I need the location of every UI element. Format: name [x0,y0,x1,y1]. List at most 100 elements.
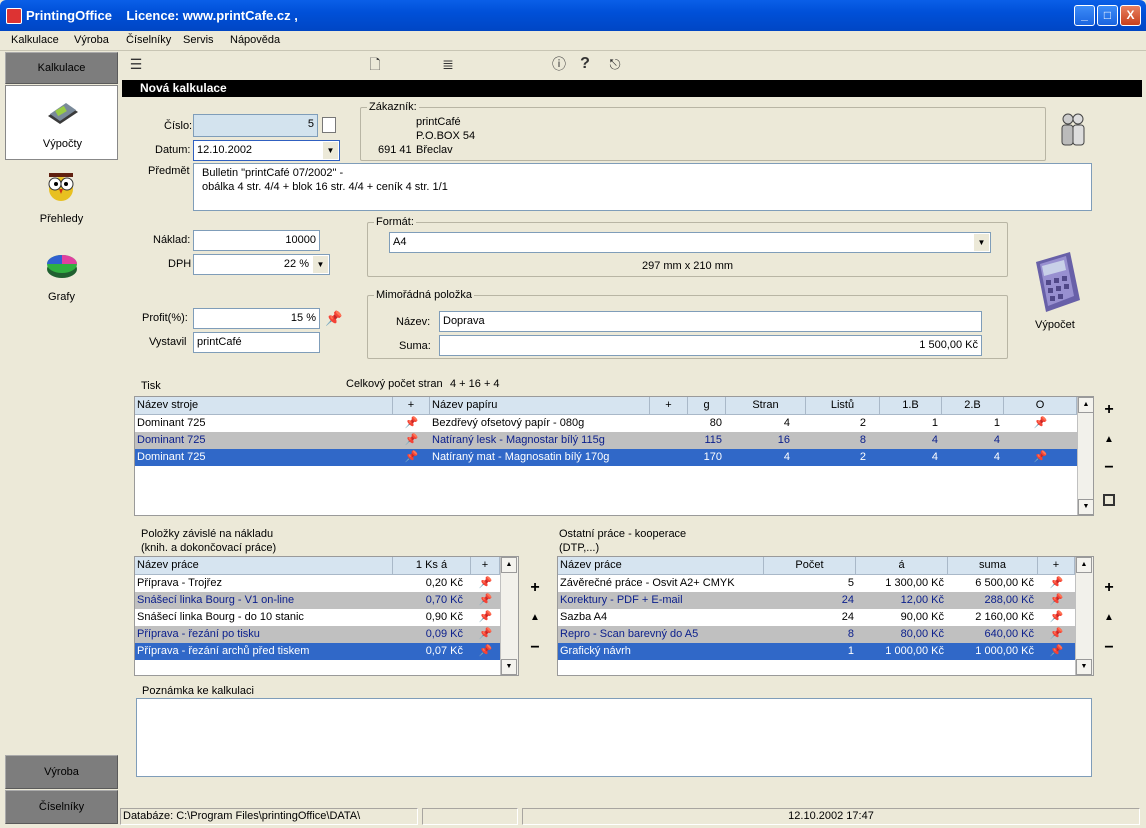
col-suma[interactable]: suma [948,557,1038,574]
format-select[interactable]: A4 ▼ [389,232,991,253]
table-row[interactable]: Snášecí linka Bourg - do 10 stanic 0,90 … [135,609,500,626]
vystavil-field[interactable]: printCafé [193,332,320,353]
menu-vyroba[interactable]: Výroba [74,34,109,46]
menu-servis[interactable]: Servis [183,34,214,46]
col-listu[interactable]: Listů [806,397,880,414]
col-g[interactable]: g [688,397,726,414]
col-plus[interactable]: + [1038,557,1075,574]
move-up-ostatni-button[interactable]: ▲ [1102,610,1116,626]
tisk-grid[interactable]: Název stroje + Název papíru + g Stran Li… [134,396,1094,516]
pin-icon[interactable]: 📌 [471,592,500,609]
profit-field[interactable]: 15 % [193,308,320,329]
dph-field[interactable]: 22 % ▼ [193,254,330,275]
pin-icon[interactable]: 📌 [393,449,430,466]
pin-icon[interactable]: 📌 [471,643,500,660]
sidebar-header-ciselniky[interactable]: Číselníky [5,790,118,824]
remove-polozka-button[interactable]: − [528,640,542,656]
app-icon[interactable] [6,8,22,24]
pin-icon[interactable]: 📌 [471,575,500,592]
extra-sum-field[interactable]: 1 500,00 Kč [439,335,982,356]
sidebar-item-vypocty[interactable]: Výpočty [5,85,118,160]
table-row[interactable]: Závěrečné práce - Osvit A2+ CMYK 5 1 300… [558,575,1075,592]
move-up-polozka-button[interactable]: ▲ [528,610,542,626]
col-o[interactable]: O [1004,397,1077,414]
close-button[interactable]: X [1120,5,1141,26]
col-plus[interactable]: + [650,397,688,414]
export-icon[interactable]: ≣ [440,56,456,72]
datum-field[interactable]: 12.10.2002 ▼ [193,140,340,161]
help-icon[interactable]: ? [577,56,593,72]
sidebar-item-grafy[interactable]: Grafy [5,241,118,316]
sidebar-item-prehledy[interactable]: Přehledy [5,163,118,238]
add-row-button[interactable]: + [1102,402,1116,418]
scroll-up-icon[interactable]: ▲ [501,557,517,573]
col-stran[interactable]: Stran [726,397,806,414]
col-plus[interactable]: + [393,397,430,414]
table-row[interactable]: Dominant 725 📌 Natíraný lesk - Magnostar… [135,432,1077,449]
pin-icon[interactable]: 📌 [325,310,342,327]
table-row[interactable]: Příprava - řezání po tisku 0,09 Kč 📌 [135,626,500,643]
pin-icon[interactable]: 📌 [1004,449,1077,466]
new-document-icon[interactable]: 🗋 [367,56,383,72]
menu-ciselniky[interactable]: Číselníky [126,34,171,46]
scroll-down-icon[interactable]: ▼ [501,659,517,675]
scrollbar[interactable]: ▲ ▼ [1077,397,1094,515]
pin-icon[interactable]: 📌 [1038,592,1075,609]
col-2b[interactable]: 2.B [942,397,1004,414]
exit-icon[interactable]: ⎋ [607,56,623,72]
pin-icon[interactable]: 📌 [393,415,430,432]
scroll-up-icon[interactable]: ▲ [1078,397,1094,413]
scroll-down-icon[interactable]: ▼ [1076,659,1092,675]
scroll-down-icon[interactable]: ▼ [1078,499,1094,515]
pin-icon[interactable]: 📌 [1038,643,1075,660]
poznamka-field[interactable] [136,698,1092,777]
pin-icon[interactable]: 📌 [471,626,500,643]
pin-icon[interactable]: 📌 [1004,415,1077,432]
table-row[interactable]: Grafický návrh 1 1 000,00 Kč 1 000,00 Kč… [558,643,1075,660]
scrollbar[interactable]: ▲ ▼ [1075,557,1093,675]
pin-icon[interactable]: 📌 [393,432,430,449]
select-all-icon[interactable] [1103,494,1115,506]
pin-icon[interactable]: 📌 [1038,609,1075,626]
table-row[interactable]: Příprava - řezání archů před tiskem 0,07… [135,643,500,660]
cislo-field[interactable]: 5 [193,114,318,137]
col-plus[interactable]: + [471,557,500,574]
sidebar-header-kalkulace[interactable]: Kalkulace [5,52,118,84]
vypocet-label[interactable]: Výpočet [1035,319,1075,331]
chevron-down-icon[interactable]: ▼ [974,234,989,251]
customers-icon[interactable] [1058,112,1088,148]
col-a[interactable]: á [856,557,948,574]
predmet-field[interactable]: Bulletin "printCafé 07/2002" - obálka 4 s… [193,163,1092,211]
chevron-down-icon[interactable]: ▼ [323,142,338,159]
pin-icon[interactable]: 📌 [1038,626,1075,643]
remove-row-button[interactable]: − [1102,460,1116,476]
database-icon[interactable]: ☰ [128,56,144,72]
move-up-button[interactable]: ▲ [1102,432,1116,448]
ostatni-grid[interactable]: Název práce Počet á suma + Závěrečné prá… [557,556,1094,676]
extra-name-field[interactable]: Doprava [439,311,982,332]
pin-icon[interactable]: 📌 [471,609,500,626]
table-row[interactable]: Sazba A4 24 90,00 Kč 2 160,00 Kč 📌 [558,609,1075,626]
maximize-button[interactable]: □ [1097,5,1118,26]
col-nazev-papiru[interactable]: Název papíru [430,397,650,414]
new-number-icon[interactable] [322,117,336,133]
table-row[interactable]: Snášecí linka Bourg - V1 on-line 0,70 Kč… [135,592,500,609]
menu-kalkulace[interactable]: Kalkulace [11,34,59,46]
calculator-icon[interactable] [1028,250,1084,316]
col-pocet[interactable]: Počet [764,557,856,574]
col-nazev-prace[interactable]: Název práce [558,557,764,574]
table-row[interactable]: Korektury - PDF + E-mail 24 12,00 Kč 288… [558,592,1075,609]
col-1ks[interactable]: 1 Ks á [393,557,471,574]
naklad-field[interactable]: 10000 [193,230,320,251]
scroll-up-icon[interactable]: ▲ [1076,557,1092,573]
col-nazev-stroje[interactable]: Název stroje [135,397,393,414]
minimize-button[interactable]: _ [1074,5,1095,26]
remove-ostatni-button[interactable]: − [1102,640,1116,656]
add-polozka-button[interactable]: + [528,580,542,596]
info-icon[interactable]: ⓘ [551,56,567,72]
menu-napoveda[interactable]: Nápověda [230,34,280,46]
table-row[interactable]: Dominant 725 📌 Bezdřevý ofsetový papír -… [135,415,1077,432]
add-ostatni-button[interactable]: + [1102,580,1116,596]
table-row[interactable]: Příprava - Trojřez 0,20 Kč 📌 [135,575,500,592]
col-nazev-prace[interactable]: Název práce [135,557,393,574]
